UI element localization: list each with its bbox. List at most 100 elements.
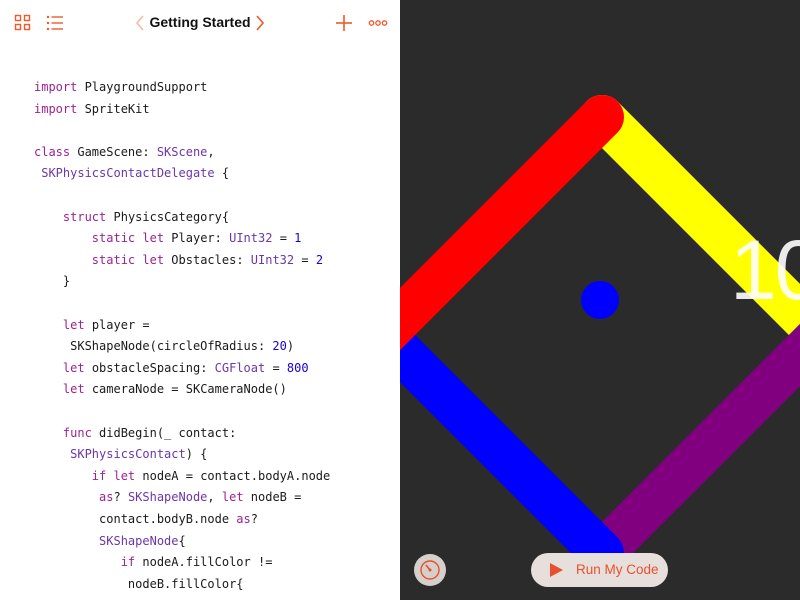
list-view-icon[interactable]	[45, 13, 65, 33]
add-icon[interactable]	[334, 13, 354, 33]
run-my-code-button[interactable]: Run My Code	[531, 553, 668, 587]
code-token: =	[294, 252, 316, 267]
code-token: let	[221, 490, 244, 505]
code-line: func didBegin(_ contact:	[34, 423, 236, 443]
code-token: SKShapeNode	[99, 533, 179, 548]
code-token: =	[265, 360, 287, 375]
code-token: nodeA = contact.bodyA.node	[135, 468, 331, 483]
code-token: class	[34, 144, 71, 159]
code-line: }	[34, 271, 70, 291]
code-line: import SpriteKit	[34, 99, 150, 119]
speed-button[interactable]	[414, 554, 446, 586]
code-token: SKPhysicsContactDelegate	[41, 166, 215, 181]
code-token: 800	[286, 360, 309, 375]
code-token: let	[142, 252, 165, 267]
code-token: GameScene:	[70, 144, 157, 159]
code-line: let player =	[34, 315, 150, 335]
code-token: ,	[207, 144, 215, 159]
code-line: let obstacleSpacing: CGFloat = 800	[34, 358, 309, 378]
code-token: UInt32	[229, 231, 273, 246]
back-chevron-icon[interactable]	[131, 13, 151, 33]
code-token: obstacleSpacing:	[84, 360, 215, 375]
code-token: let	[113, 468, 136, 483]
code-token: let	[62, 317, 85, 332]
code-token: player =	[84, 317, 150, 332]
code-token: if	[120, 555, 136, 570]
code-token: contact.bodyB.node	[34, 512, 237, 526]
code-token: 2	[315, 252, 324, 267]
speedometer-icon	[420, 560, 440, 580]
code-token: import	[34, 101, 78, 116]
code-token: if	[91, 468, 107, 483]
forward-chevron-icon[interactable]	[250, 13, 270, 33]
code-line: SKShapeNode{	[34, 531, 186, 551]
code-line: static let Player: UInt32 = 1	[34, 228, 302, 248]
code-token: static	[91, 231, 136, 246]
code-token: CGFloat	[214, 360, 266, 375]
code-token: let	[62, 360, 85, 375]
code-token: SKScene	[156, 144, 208, 159]
code-token: as	[99, 490, 114, 505]
grid-view-icon[interactable]	[13, 13, 33, 33]
code-token: ,	[207, 490, 222, 505]
code-token: nodeB =	[243, 490, 302, 505]
more-icon[interactable]	[368, 13, 388, 33]
code-token: Player:	[164, 231, 230, 246]
code-line: static let Obstacles: UInt32 = 2	[34, 250, 323, 270]
code-line: if let nodeA = contact.bodyA.node	[34, 466, 330, 486]
code-token: import	[34, 80, 78, 94]
code-token: 20	[272, 339, 287, 354]
code-token: UInt32	[250, 252, 295, 267]
code-line: import PlaygroundSupport	[34, 77, 207, 97]
code-token: SKShapeNode	[127, 490, 208, 505]
code-token: static	[91, 252, 136, 267]
code-token: 1	[294, 231, 302, 246]
code-token: struct	[62, 209, 107, 224]
code-line: as? SKShapeNode, let nodeB =	[34, 487, 301, 507]
code-token: ) {	[185, 447, 208, 462]
code-editor-pane[interactable]: Getting Started import PlaygroundSupport…	[0, 0, 400, 600]
code-token: nodeA.fillColor !=	[135, 555, 273, 570]
code-token: }	[34, 274, 71, 289]
code-token: as	[236, 512, 251, 526]
code-token: {	[214, 166, 230, 181]
code-token: ?	[250, 512, 258, 526]
code-token: let	[142, 231, 165, 246]
code-token: )	[286, 339, 295, 354]
player-ball	[581, 281, 619, 319]
ring-segment-blue	[400, 319, 624, 575]
code-token: cameraNode = SKCameraNode()	[84, 382, 287, 397]
code-token: ?	[113, 490, 128, 505]
ring-segment-red	[400, 95, 624, 351]
code-token: SKShapeNode(circleOfRadius:	[34, 339, 273, 354]
ring-segment-purple	[580, 323, 800, 575]
live-view[interactable]: 10 Run My Code	[400, 0, 800, 600]
code-line: SKPhysicsContactDelegate {	[34, 163, 229, 183]
code-token: PhysicsCategory{	[106, 209, 230, 224]
code-line: nodeB.fillColor{	[34, 574, 244, 594]
code-token: Obstacles:	[164, 252, 251, 267]
run-button-label: Run My Code	[576, 562, 659, 577]
code-token: let	[62, 382, 85, 397]
code-token: nodeB.fillColor{	[34, 576, 244, 591]
code-token: func	[62, 425, 92, 440]
play-icon	[550, 563, 563, 577]
score-label: 10	[730, 223, 800, 317]
code-line: struct PhysicsCategory{	[34, 207, 229, 227]
code-token: =	[272, 231, 295, 246]
code-line: contact.bodyB.node as?	[34, 509, 258, 529]
code-token: SKPhysicsContact	[70, 447, 186, 462]
code-token: PlaygroundSupport	[77, 80, 208, 94]
code-line: class GameScene: SKScene,	[34, 142, 215, 162]
code-token: {	[178, 533, 186, 548]
